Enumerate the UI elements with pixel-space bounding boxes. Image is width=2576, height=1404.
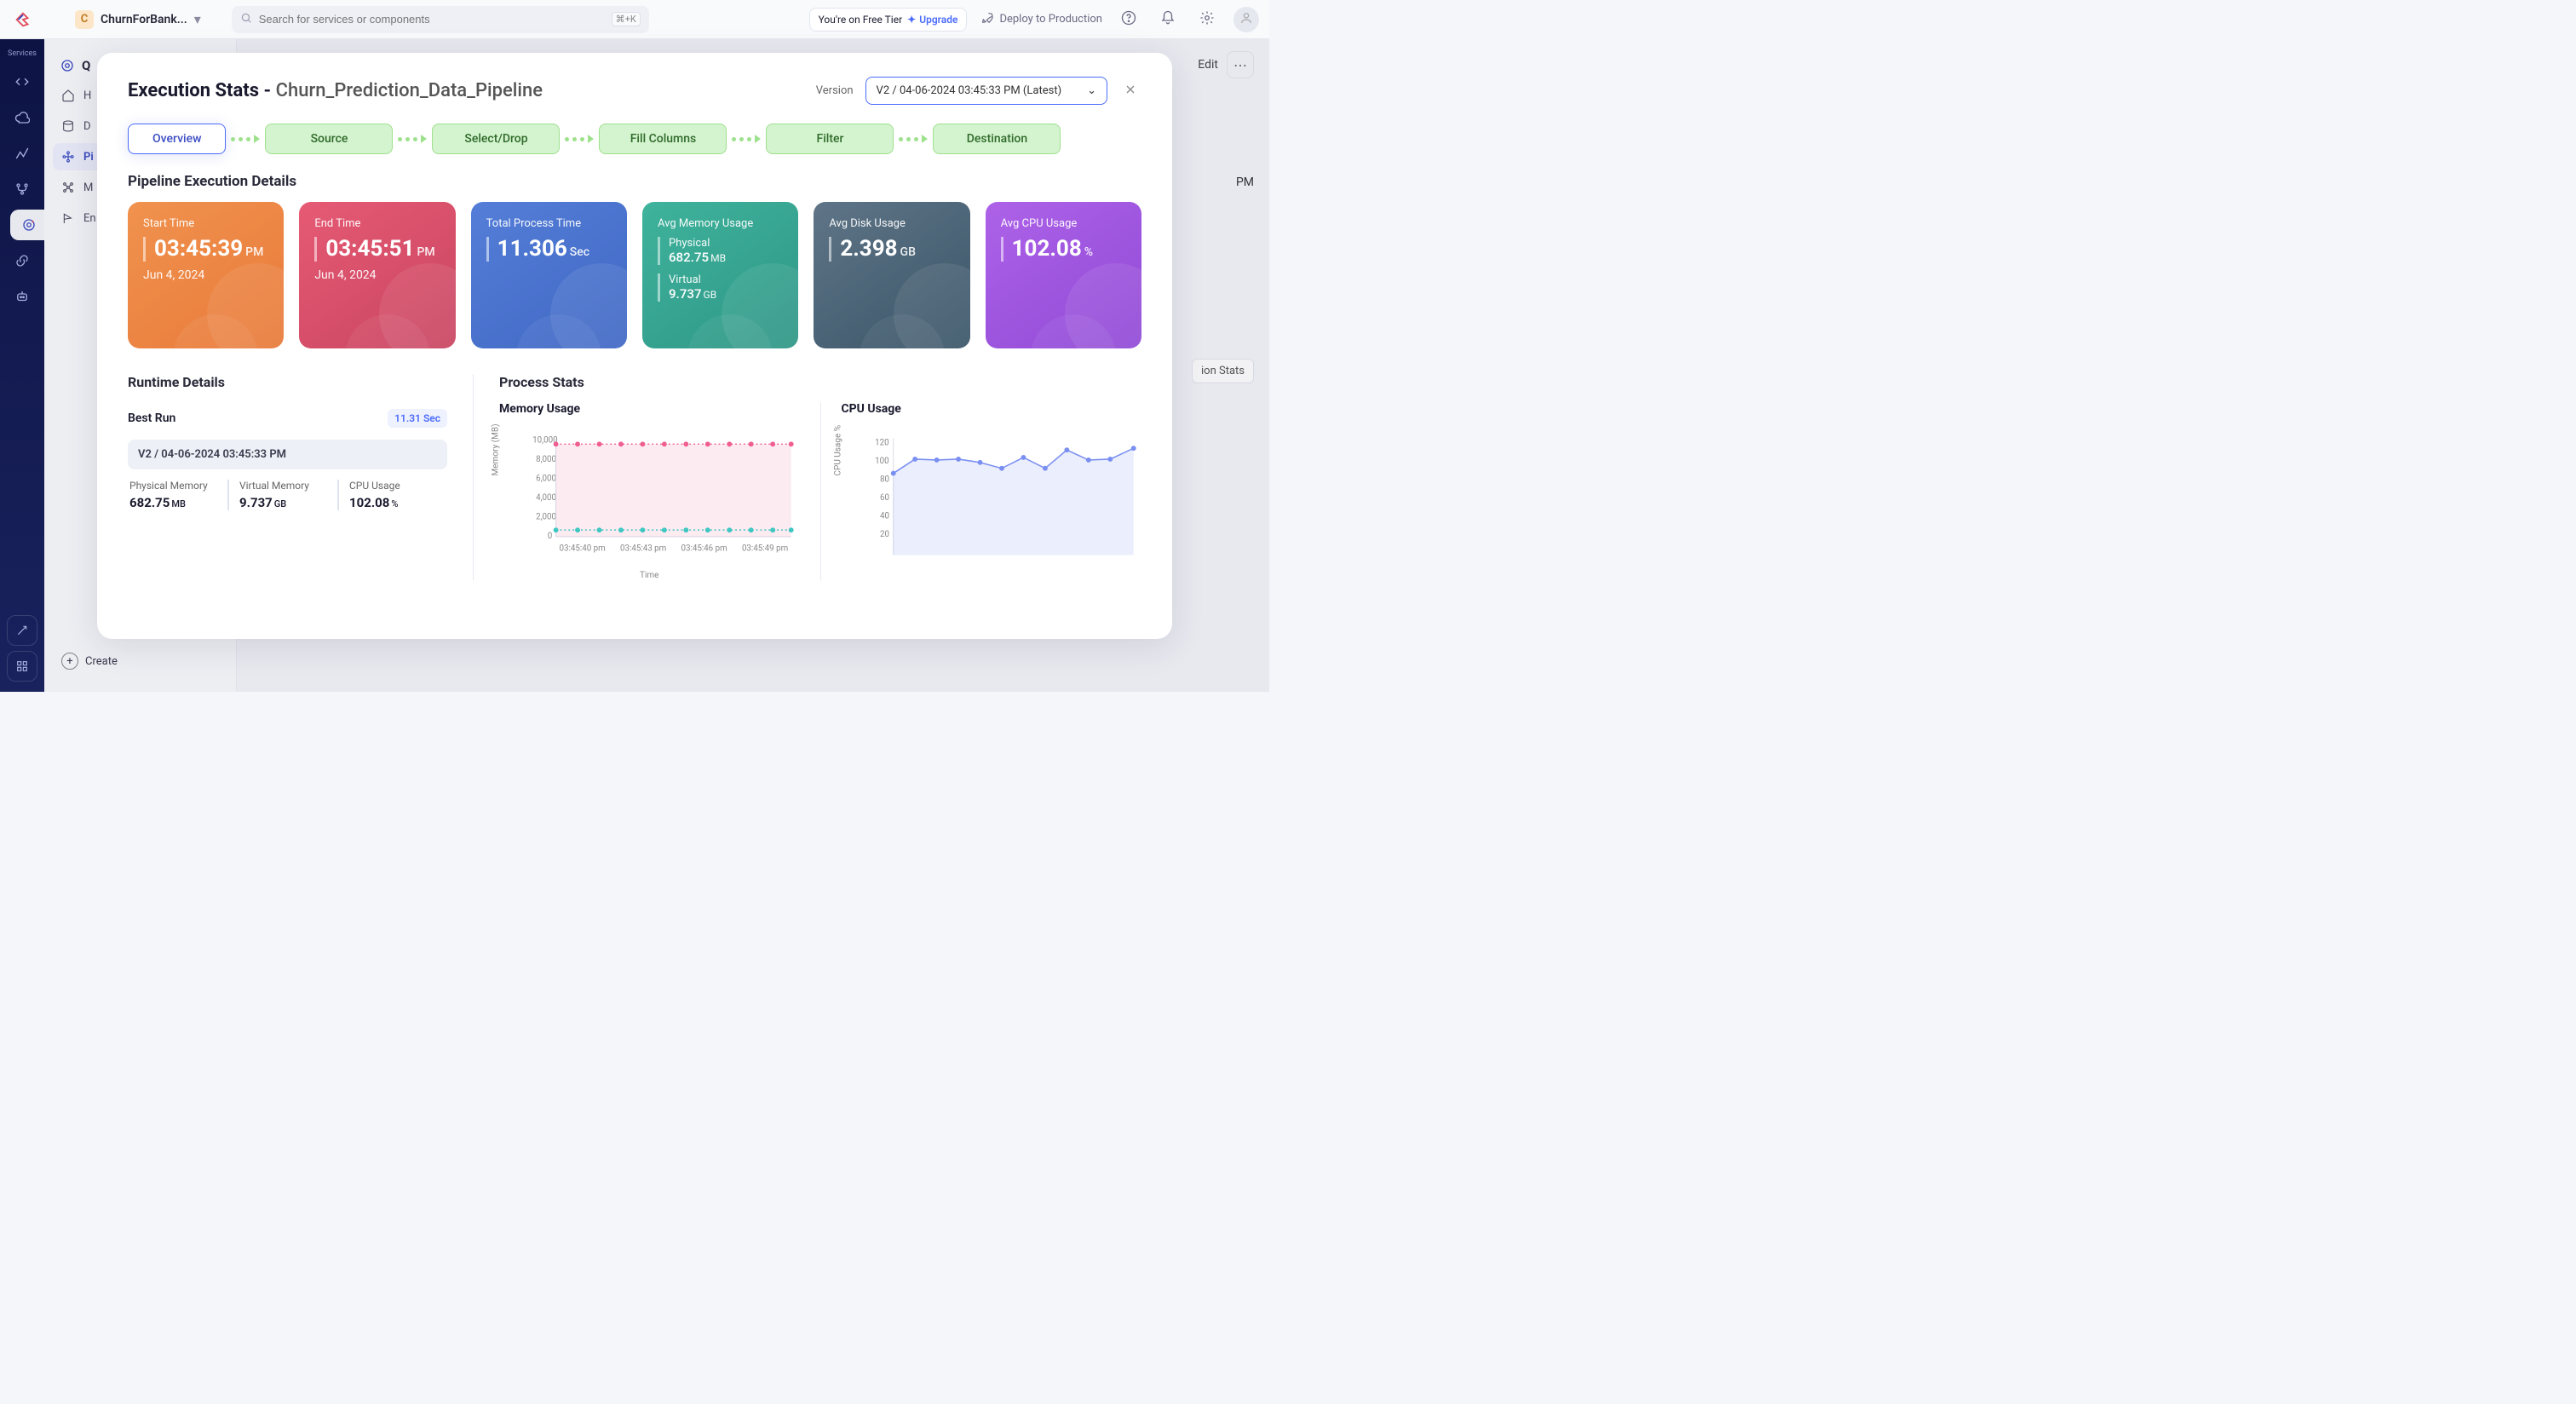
svg-text:80: 80 (880, 475, 889, 484)
stage-destination[interactable]: Destination (933, 124, 1061, 154)
stage-arrow (398, 135, 427, 143)
tier-text: You're on Free Tier (819, 14, 903, 26)
svg-text:03:45:49 pm: 03:45:49 pm (742, 544, 788, 554)
org-avatar: C (75, 10, 94, 29)
execution-stats-modal: Execution Stats - Churn_Prediction_Data_… (97, 53, 1172, 639)
version-label: Version (816, 84, 854, 97)
card-disk: Avg Disk Usage 2.398GB (814, 202, 969, 348)
search-shortcut: ⌘+K (612, 12, 641, 26)
stage-select[interactable]: Select/Drop (432, 124, 560, 154)
best-run-value: 11.31 Sec (388, 409, 447, 428)
user-avatar[interactable] (1233, 7, 1259, 32)
runtime-version[interactable]: V2 / 04-06-2024 03:45:33 PM (128, 440, 447, 469)
gear-icon (1199, 10, 1215, 29)
metric-virtual-memory: Virtual Memory 9.737GB (227, 480, 337, 510)
svg-text:6,000: 6,000 (536, 474, 556, 483)
notifications-button[interactable] (1155, 7, 1181, 32)
search-icon (240, 11, 252, 27)
chevron-down-icon: ▾ (194, 11, 201, 27)
stage-overview[interactable]: Overview (128, 124, 226, 154)
section-pipeline-details: Pipeline Execution Details (128, 173, 1141, 190)
card-memory: Avg Memory Usage Physical 682.75MB Virtu… (642, 202, 798, 348)
stat-cards: Start Time 03:45:39PM Jun 4, 2024 End Ti… (128, 202, 1141, 348)
rocket-icon (980, 11, 994, 28)
svg-text:120: 120 (875, 438, 889, 447)
search-input[interactable] (259, 13, 605, 26)
svg-text:0: 0 (548, 532, 553, 541)
close-icon (1124, 83, 1137, 100)
metric-cpu-usage: CPU Usage 102.08% (337, 480, 447, 510)
stage-filter[interactable]: Filter (766, 124, 894, 154)
svg-text:20: 20 (880, 530, 889, 539)
runtime-title: Runtime Details (128, 374, 447, 390)
stage-arrow (565, 135, 594, 143)
stage-arrow (732, 135, 761, 143)
cpu-chart-svg: 120 100 80 60 40 20 (842, 424, 1142, 569)
metric-physical-memory: Physical Memory 682.75MB (128, 480, 227, 510)
stage-row: Overview Source Select/Drop Fill Columns… (128, 124, 1141, 154)
process-title: Process Stats (499, 374, 1141, 390)
deploy-button[interactable]: Deploy to Production (980, 11, 1102, 28)
org-name: ChurnForBank... (101, 13, 187, 26)
close-button[interactable] (1119, 80, 1141, 102)
bell-icon (1160, 10, 1176, 29)
svg-text:03:45:43 pm: 03:45:43 pm (620, 544, 666, 554)
card-process-time: Total Process Time 11.306Sec (471, 202, 627, 348)
app-logo (10, 10, 36, 29)
best-run-row: Best Run 11.31 Sec (128, 402, 447, 434)
stage-fill[interactable]: Fill Columns (599, 124, 727, 154)
stage-arrow (899, 135, 928, 143)
lower-panels: Runtime Details Best Run 11.31 Sec V2 / … (128, 374, 1141, 580)
help-button[interactable] (1116, 7, 1141, 32)
topbar: C ChurnForBank... ▾ ⌘+K You're on Free T… (0, 0, 1269, 39)
version-select[interactable]: V2 / 04-06-2024 03:45:33 PM (Latest) ⌄ (865, 77, 1107, 105)
global-search[interactable]: ⌘+K (232, 6, 649, 33)
svg-text:60: 60 (880, 493, 889, 503)
chevron-down-icon: ⌄ (1087, 84, 1096, 97)
svg-text:8,000: 8,000 (536, 455, 556, 464)
help-icon (1121, 10, 1136, 29)
svg-text:4,000: 4,000 (536, 493, 556, 503)
card-cpu: Avg CPU Usage 102.08% (986, 202, 1141, 348)
svg-text:03:45:46 pm: 03:45:46 pm (681, 544, 727, 554)
settings-button[interactable] (1194, 7, 1220, 32)
modal-title: Execution Stats - Churn_Prediction_Data_… (128, 80, 543, 101)
svg-text:03:45:40 pm: 03:45:40 pm (560, 544, 606, 554)
runtime-metrics: Physical Memory 682.75MB Virtual Memory … (128, 480, 447, 510)
sparkle-icon: ✦ (907, 14, 916, 26)
upgrade-link[interactable]: ✦ Upgrade (907, 14, 957, 26)
memory-chart-svg: 10,000 8,000 6,000 4,000 2,000 0 (499, 424, 800, 569)
tier-chip: You're on Free Tier ✦ Upgrade (809, 8, 968, 32)
stage-arrow (231, 135, 260, 143)
modal-header: Execution Stats - Churn_Prediction_Data_… (128, 77, 1141, 105)
chart-cpu: CPU Usage CPU Usage % 120 100 80 60 40 2… (842, 402, 1142, 580)
panel-runtime: Runtime Details Best Run 11.31 Sec V2 / … (128, 374, 447, 580)
org-selector[interactable]: C ChurnForBank... ▾ (75, 10, 201, 29)
svg-text:40: 40 (880, 511, 889, 521)
chart-memory: Memory Usage Memory (MB) 10,000 8,000 6,… (499, 402, 800, 580)
svg-text:2,000: 2,000 (536, 512, 556, 521)
card-start-time: Start Time 03:45:39PM Jun 4, 2024 (128, 202, 284, 348)
panel-process: Process Stats Memory Usage Memory (MB) 1… (499, 374, 1141, 580)
card-end-time: End Time 03:45:51PM Jun 4, 2024 (299, 202, 455, 348)
user-icon (1239, 11, 1253, 28)
stage-source[interactable]: Source (265, 124, 393, 154)
svg-text:100: 100 (875, 457, 889, 466)
